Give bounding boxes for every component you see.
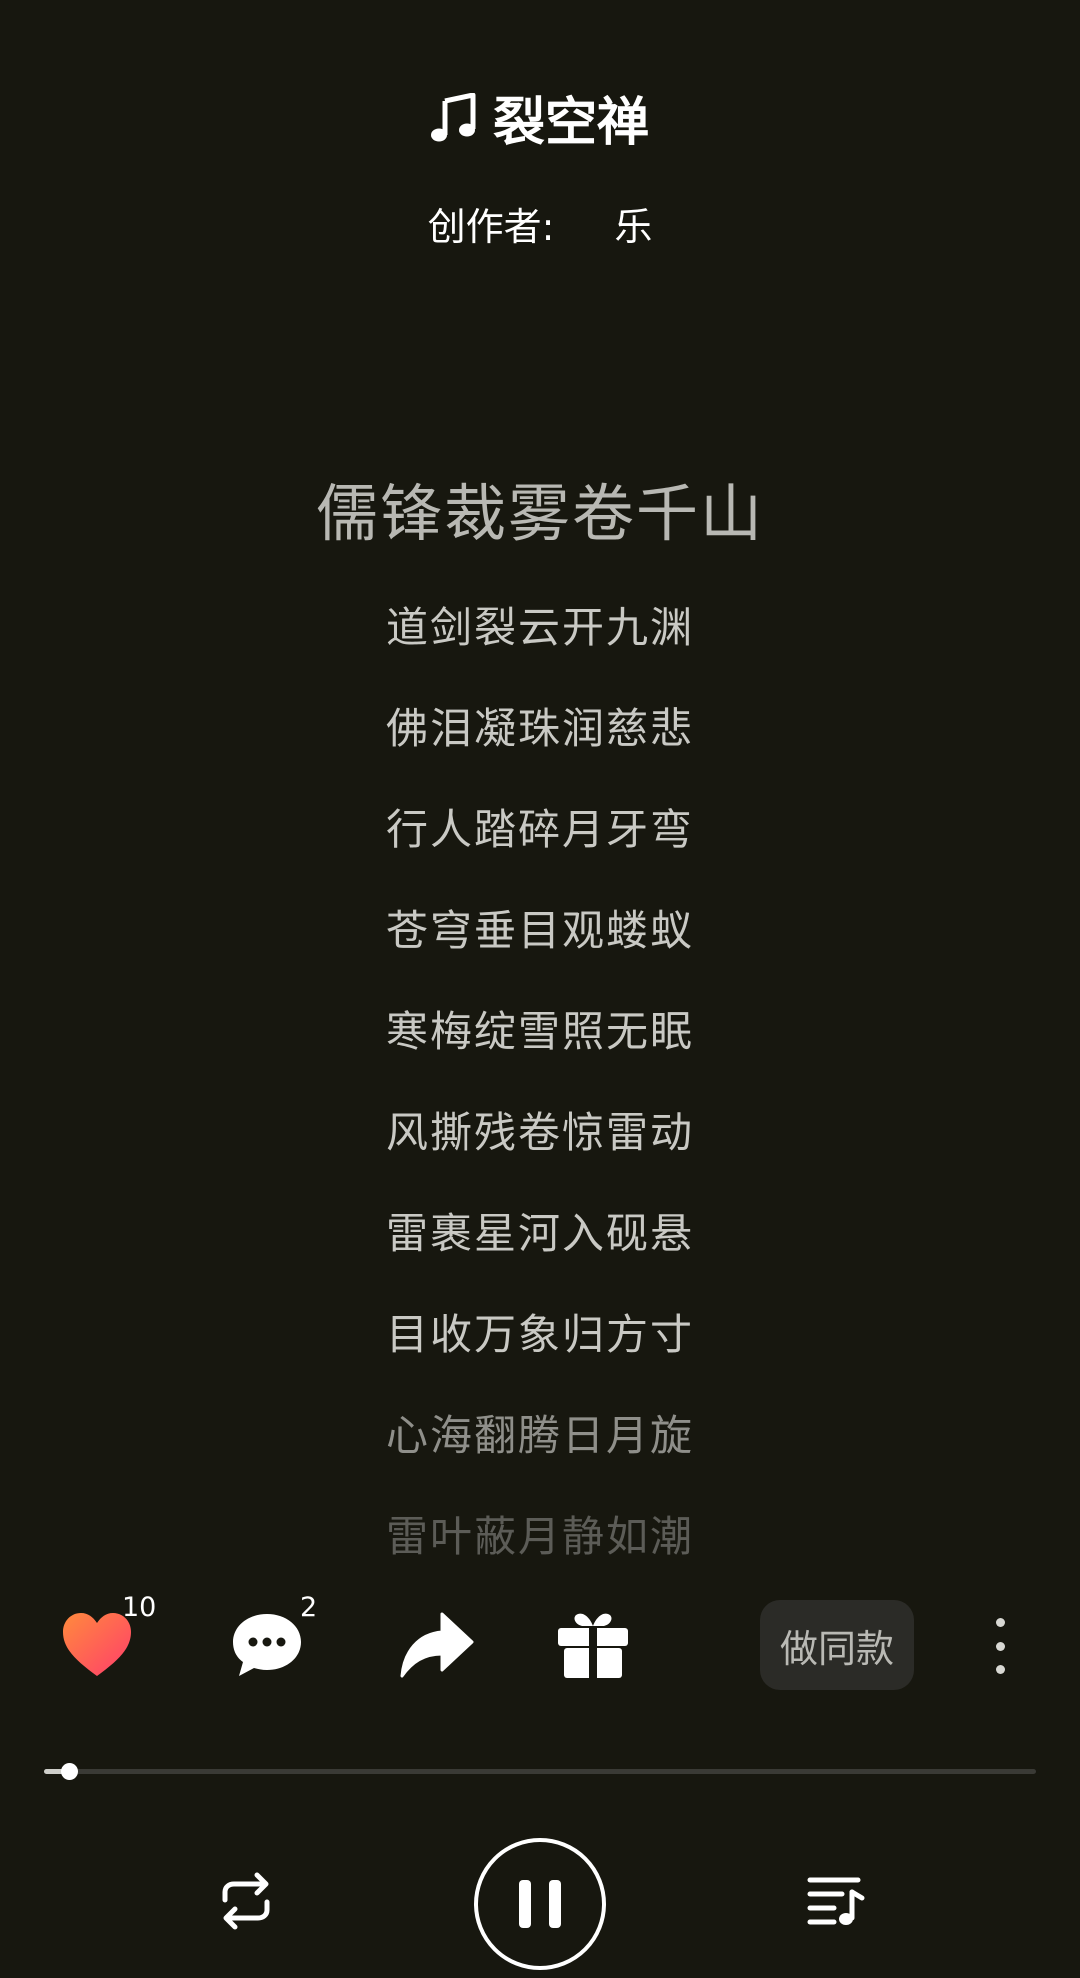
- share-arrow-icon: [400, 1612, 474, 1678]
- action-bar: 10 2: [0, 1590, 1080, 1700]
- pause-icon: [519, 1880, 531, 1928]
- progress-slider[interactable]: [44, 1763, 1036, 1780]
- make-same-style-button[interactable]: 做同款: [760, 1600, 914, 1690]
- lyric-line[interactable]: 雷裹星河入砚悬: [386, 1183, 694, 1284]
- more-dot: [995, 1641, 1005, 1651]
- lyric-line[interactable]: 佛泪凝珠润慈悲: [386, 678, 694, 779]
- comment-count: 2: [300, 1592, 318, 1623]
- share-button[interactable]: [382, 1590, 492, 1700]
- lyric-line[interactable]: 心海翻腾日月旋: [386, 1385, 694, 1486]
- gift-icon: [558, 1613, 628, 1678]
- lyric-line[interactable]: 雷叶蔽月静如潮: [386, 1486, 694, 1587]
- song-title-row: 裂空禅: [0, 80, 1080, 155]
- pause-button[interactable]: [474, 1838, 606, 1970]
- lyric-line[interactable]: 风撕残卷惊雷动: [386, 1082, 694, 1183]
- playlist-icon[interactable]: [806, 1874, 866, 1928]
- pause-icon: [549, 1880, 561, 1928]
- lyric-line[interactable]: 行人踏碎月牙弯: [386, 779, 694, 880]
- creator-row[interactable]: 创作者: 乐: [0, 196, 1080, 251]
- lyric-line-current[interactable]: 儒锋裁雾卷千山: [316, 455, 764, 573]
- repeat-icon[interactable]: [215, 1870, 277, 1932]
- song-title: 裂空禅: [492, 93, 649, 153]
- lyric-line[interactable]: 苍穹垂目观蝼蚁: [386, 880, 694, 981]
- more-dot: [995, 1665, 1005, 1674]
- lyric-line[interactable]: 道剑裂云开九渊: [386, 577, 694, 678]
- lyrics-list[interactable]: 儒锋裁雾卷千山 道剑裂云开九渊 佛泪凝珠润慈悲 行人踏碎月牙弯 苍穹垂目观蝼蚁 …: [0, 455, 1080, 1587]
- lyric-line[interactable]: 寒梅绽雪照无眠: [386, 981, 694, 1082]
- music-note-icon: [430, 92, 476, 141]
- like-count: 10: [122, 1592, 157, 1623]
- comment-bubble-icon: [233, 1614, 301, 1676]
- progress-thumb[interactable]: [60, 1763, 78, 1780]
- lyric-line[interactable]: 目收万象归方寸: [386, 1284, 694, 1385]
- more-vertical-icon[interactable]: [980, 1618, 1020, 1674]
- creator-name[interactable]: 乐: [614, 196, 652, 251]
- more-dot: [995, 1618, 1005, 1627]
- gift-button[interactable]: [538, 1590, 648, 1700]
- creator-label: 创作者:: [427, 205, 555, 249]
- player-screen: 裂空禅 创作者: 乐 儒锋裁雾卷千山 道剑裂云开九渊 佛泪凝珠润慈悲 行人踏碎月…: [0, 0, 1080, 1978]
